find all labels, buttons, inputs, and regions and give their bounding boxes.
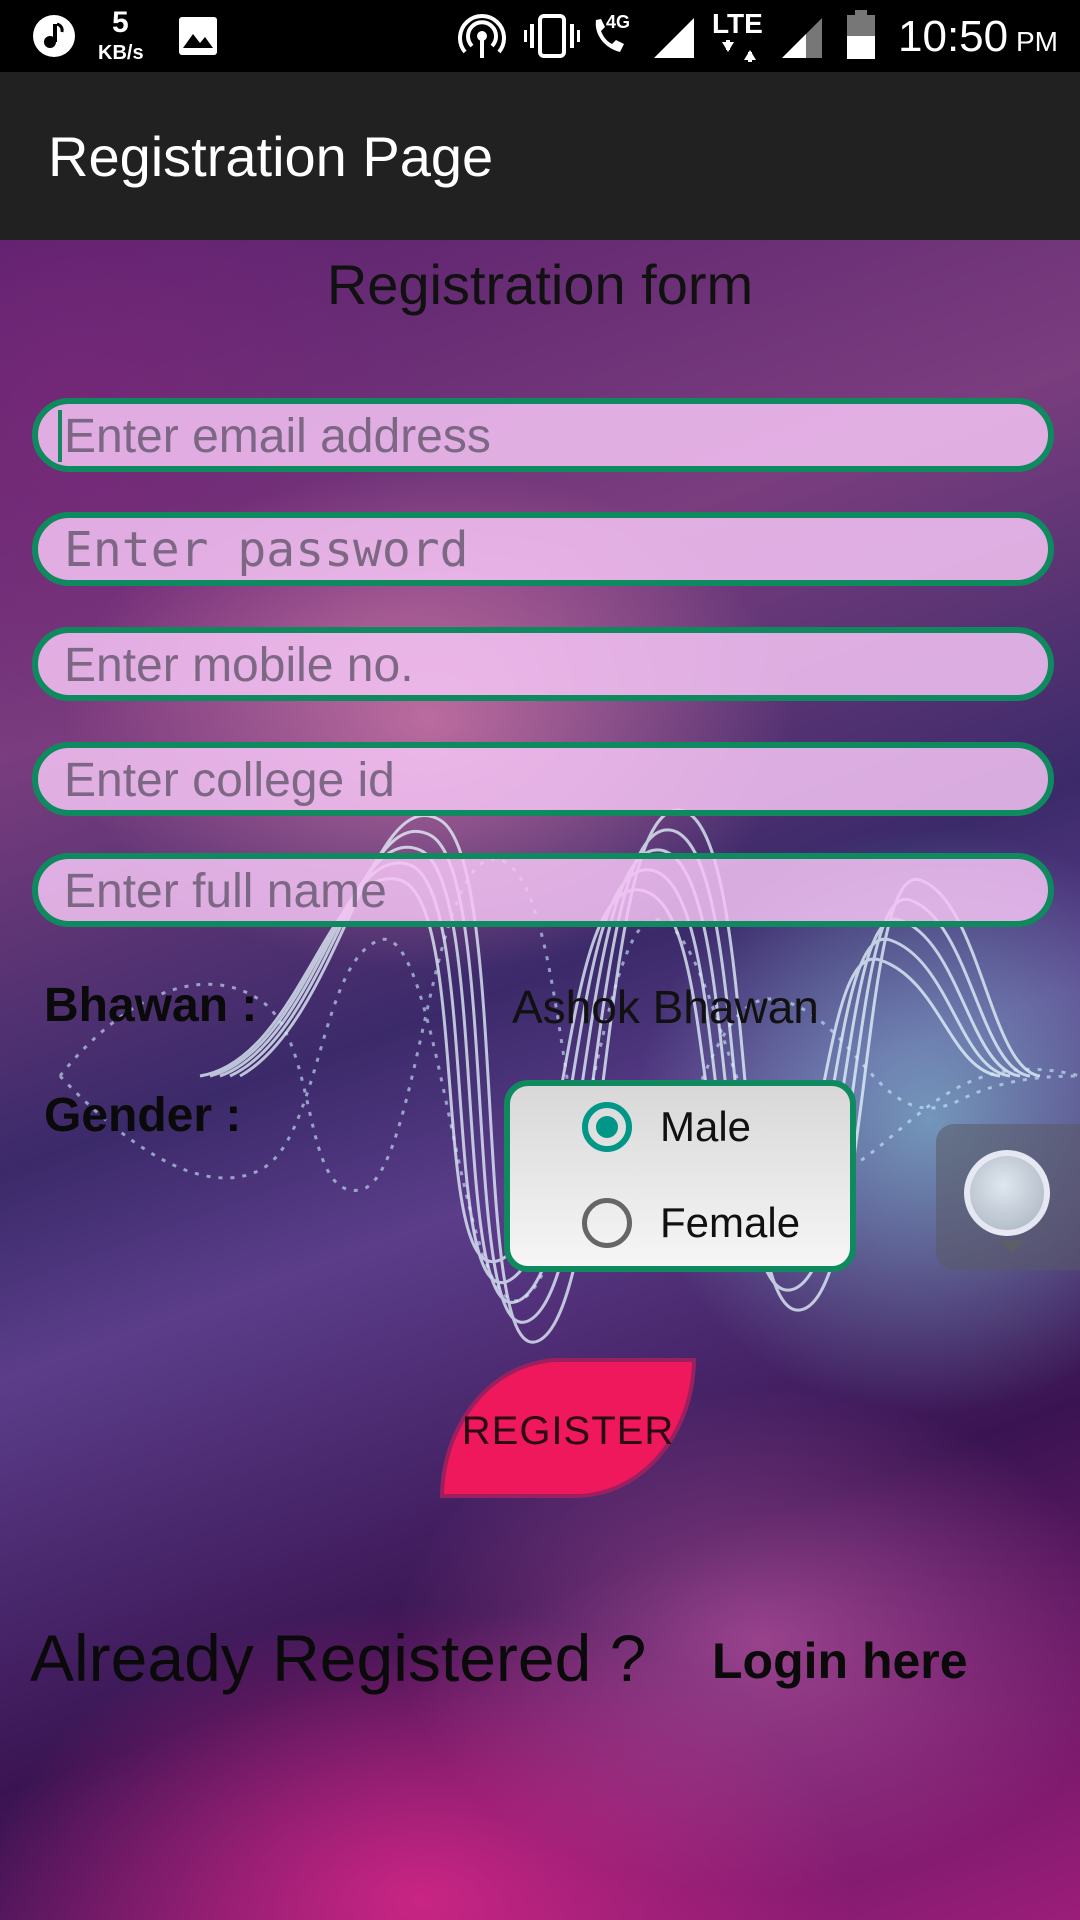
mobile-input[interactable] [62,633,1026,697]
email-field[interactable] [32,398,1054,472]
full-name-input[interactable] [62,859,1026,923]
gender-label: Gender : [44,1089,242,1142]
gender-radio-group: Male Female [504,1080,856,1272]
lte-label: LTE [712,8,763,39]
signal-secondary-icon [782,18,822,58]
bhawan-label: Bhawan : [44,979,258,1032]
app-title: Registration Page [48,125,494,188]
floating-assistive-button[interactable] [936,1124,1080,1270]
college-id-input[interactable] [62,748,1026,812]
net-speed-unit: KB/s [98,42,144,64]
vibrate-icon [524,14,580,58]
login-link[interactable]: Login here [712,1632,968,1690]
music-icon [33,15,75,57]
hotspot-icon [458,14,506,58]
form-title: Registration form [326,253,754,316]
battery-icon [847,10,875,59]
radio-unselected-icon[interactable] [582,1198,632,1248]
assistive-touch-icon [964,1150,1050,1236]
data-arrows-icon [722,40,756,62]
radio-selected-icon[interactable] [582,1102,632,1152]
app-bar: Registration Page [0,72,1080,240]
status-bar: 5 KB/s 4G LTE 10:50 PM [0,0,1080,72]
already-registered-text: Already Registered ? [30,1621,647,1695]
registration-screen: Registration form Bhawan : Ashok Bhawan … [0,240,1080,1920]
gender-option-label: Male [660,1103,752,1150]
college-id-field[interactable] [32,742,1054,816]
gender-option-label: Female [660,1199,801,1246]
gender-option-male[interactable]: Male [582,1092,751,1162]
bhawan-spinner[interactable]: Ashok Bhawan [512,980,819,1034]
network-type-label: 4G [606,12,631,32]
status-time: 10:50 [898,12,1009,61]
register-button-label: REGISTER [461,1408,675,1453]
signal-icon [654,18,694,58]
password-field[interactable] [32,512,1054,586]
email-input[interactable] [62,404,1026,468]
image-icon [179,17,217,55]
mobile-field[interactable] [32,627,1054,701]
password-input[interactable] [62,518,1026,582]
gender-option-female[interactable]: Female [582,1188,800,1258]
status-am-pm: PM [1016,26,1058,57]
net-speed-value: 5 [112,6,129,39]
chevron-down-icon [998,1240,1026,1252]
full-name-field[interactable] [32,853,1054,927]
